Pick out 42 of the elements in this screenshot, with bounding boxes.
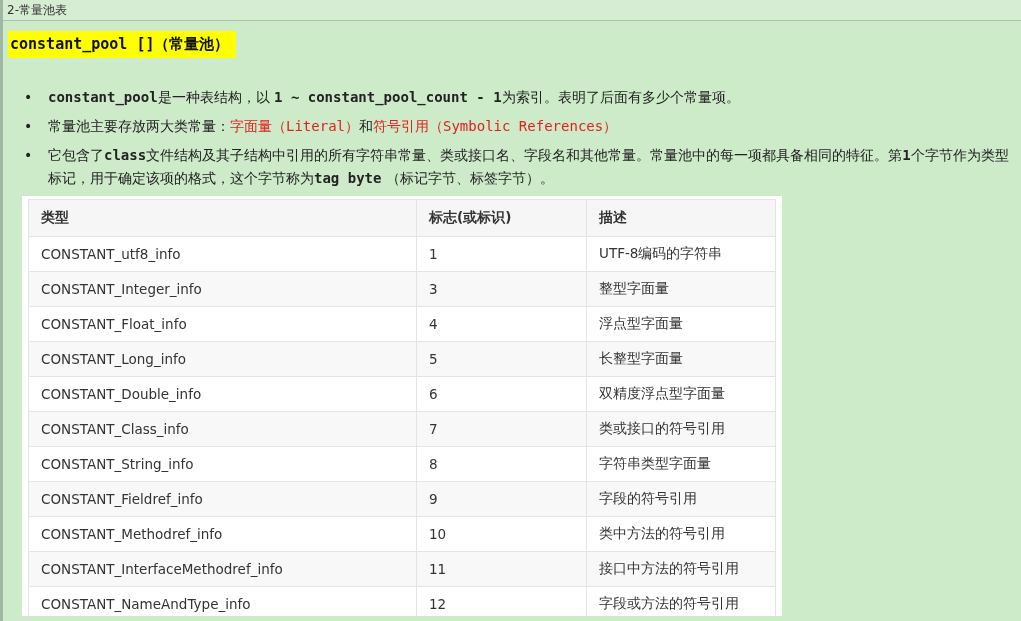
table-cell: 3 bbox=[416, 271, 587, 307]
window-title: 2-常量池表 bbox=[7, 1, 67, 19]
table-cell: 长整型字面量 bbox=[586, 341, 776, 377]
table-cell: CONSTANT_Class_info bbox=[28, 411, 417, 447]
bullet-text: 常量池主要存放两大类常量：字面量（Literal）和符号引用（Symbolic References） bbox=[48, 117, 618, 136]
bullet-marker: • bbox=[24, 88, 34, 107]
column-header: 标志(或标识) bbox=[416, 199, 587, 237]
section-heading: constant_pool []（常量池） bbox=[8, 31, 236, 58]
table-cell: 类或接口的符号引用 bbox=[586, 411, 776, 447]
column-header: 描述 bbox=[586, 199, 776, 237]
table-cell: CONSTANT_Integer_info bbox=[28, 271, 417, 307]
table-cell: 4 bbox=[416, 306, 587, 342]
table-cell: CONSTANT_Methodref_info bbox=[28, 516, 417, 552]
table-cell: 7 bbox=[416, 411, 587, 447]
table-cell: 8 bbox=[416, 446, 587, 482]
table-cell: 类中方法的符号引用 bbox=[586, 516, 776, 552]
bullet-text: constant_pool是一种表结构，以 1 ~ constant_pool_count - 1为索引。表明了后面有多少个常量项。 bbox=[48, 88, 740, 108]
table-cell: 双精度浮点型字面量 bbox=[586, 376, 776, 412]
bullet-marker: • bbox=[24, 117, 34, 136]
table-cell: CONSTANT_NameAndType_info bbox=[28, 586, 417, 616]
table-cell: UTF-8编码的字符串 bbox=[586, 236, 776, 272]
table-cell: 接口中方法的符号引用 bbox=[586, 551, 776, 587]
table-cell: 5 bbox=[416, 341, 587, 377]
table-cell: 11 bbox=[416, 551, 587, 587]
table-cell: 10 bbox=[416, 516, 587, 552]
table-cell: CONSTANT_String_info bbox=[28, 446, 417, 482]
bullet-text: 它包含了 class文件结构及其子结构中引用的所有字符串常量、类或接口名、字段名和其他常量。常量池中的每一项都具备相同的特征。第1个字节作为类型标记，用于确定该项的格式，这个字节称为tag byte （标记字节、标签字节）。 bbox=[48, 146, 1010, 188]
table-cell: CONSTANT_utf8_info bbox=[28, 236, 417, 272]
table-cell: 9 bbox=[416, 481, 587, 517]
table-cell: 1 bbox=[416, 236, 587, 272]
bullet-marker: • bbox=[24, 146, 34, 165]
table-cell: CONSTANT_Double_info bbox=[28, 376, 417, 412]
table-cell: 浮点型字面量 bbox=[586, 306, 776, 342]
table-cell: 字符串类型字面量 bbox=[586, 446, 776, 482]
table-cell: CONSTANT_Fieldref_info bbox=[28, 481, 417, 517]
table-cell: 整型字面量 bbox=[586, 271, 776, 307]
table-cell: CONSTANT_InterfaceMethodref_info bbox=[28, 551, 417, 587]
table-cell: 字段的符号引用 bbox=[586, 481, 776, 517]
table-cell: CONSTANT_Float_info bbox=[28, 306, 417, 342]
column-header: 类型 bbox=[28, 199, 417, 237]
table-cell: 6 bbox=[416, 376, 587, 412]
table-cell: CONSTANT_Long_info bbox=[28, 341, 417, 377]
